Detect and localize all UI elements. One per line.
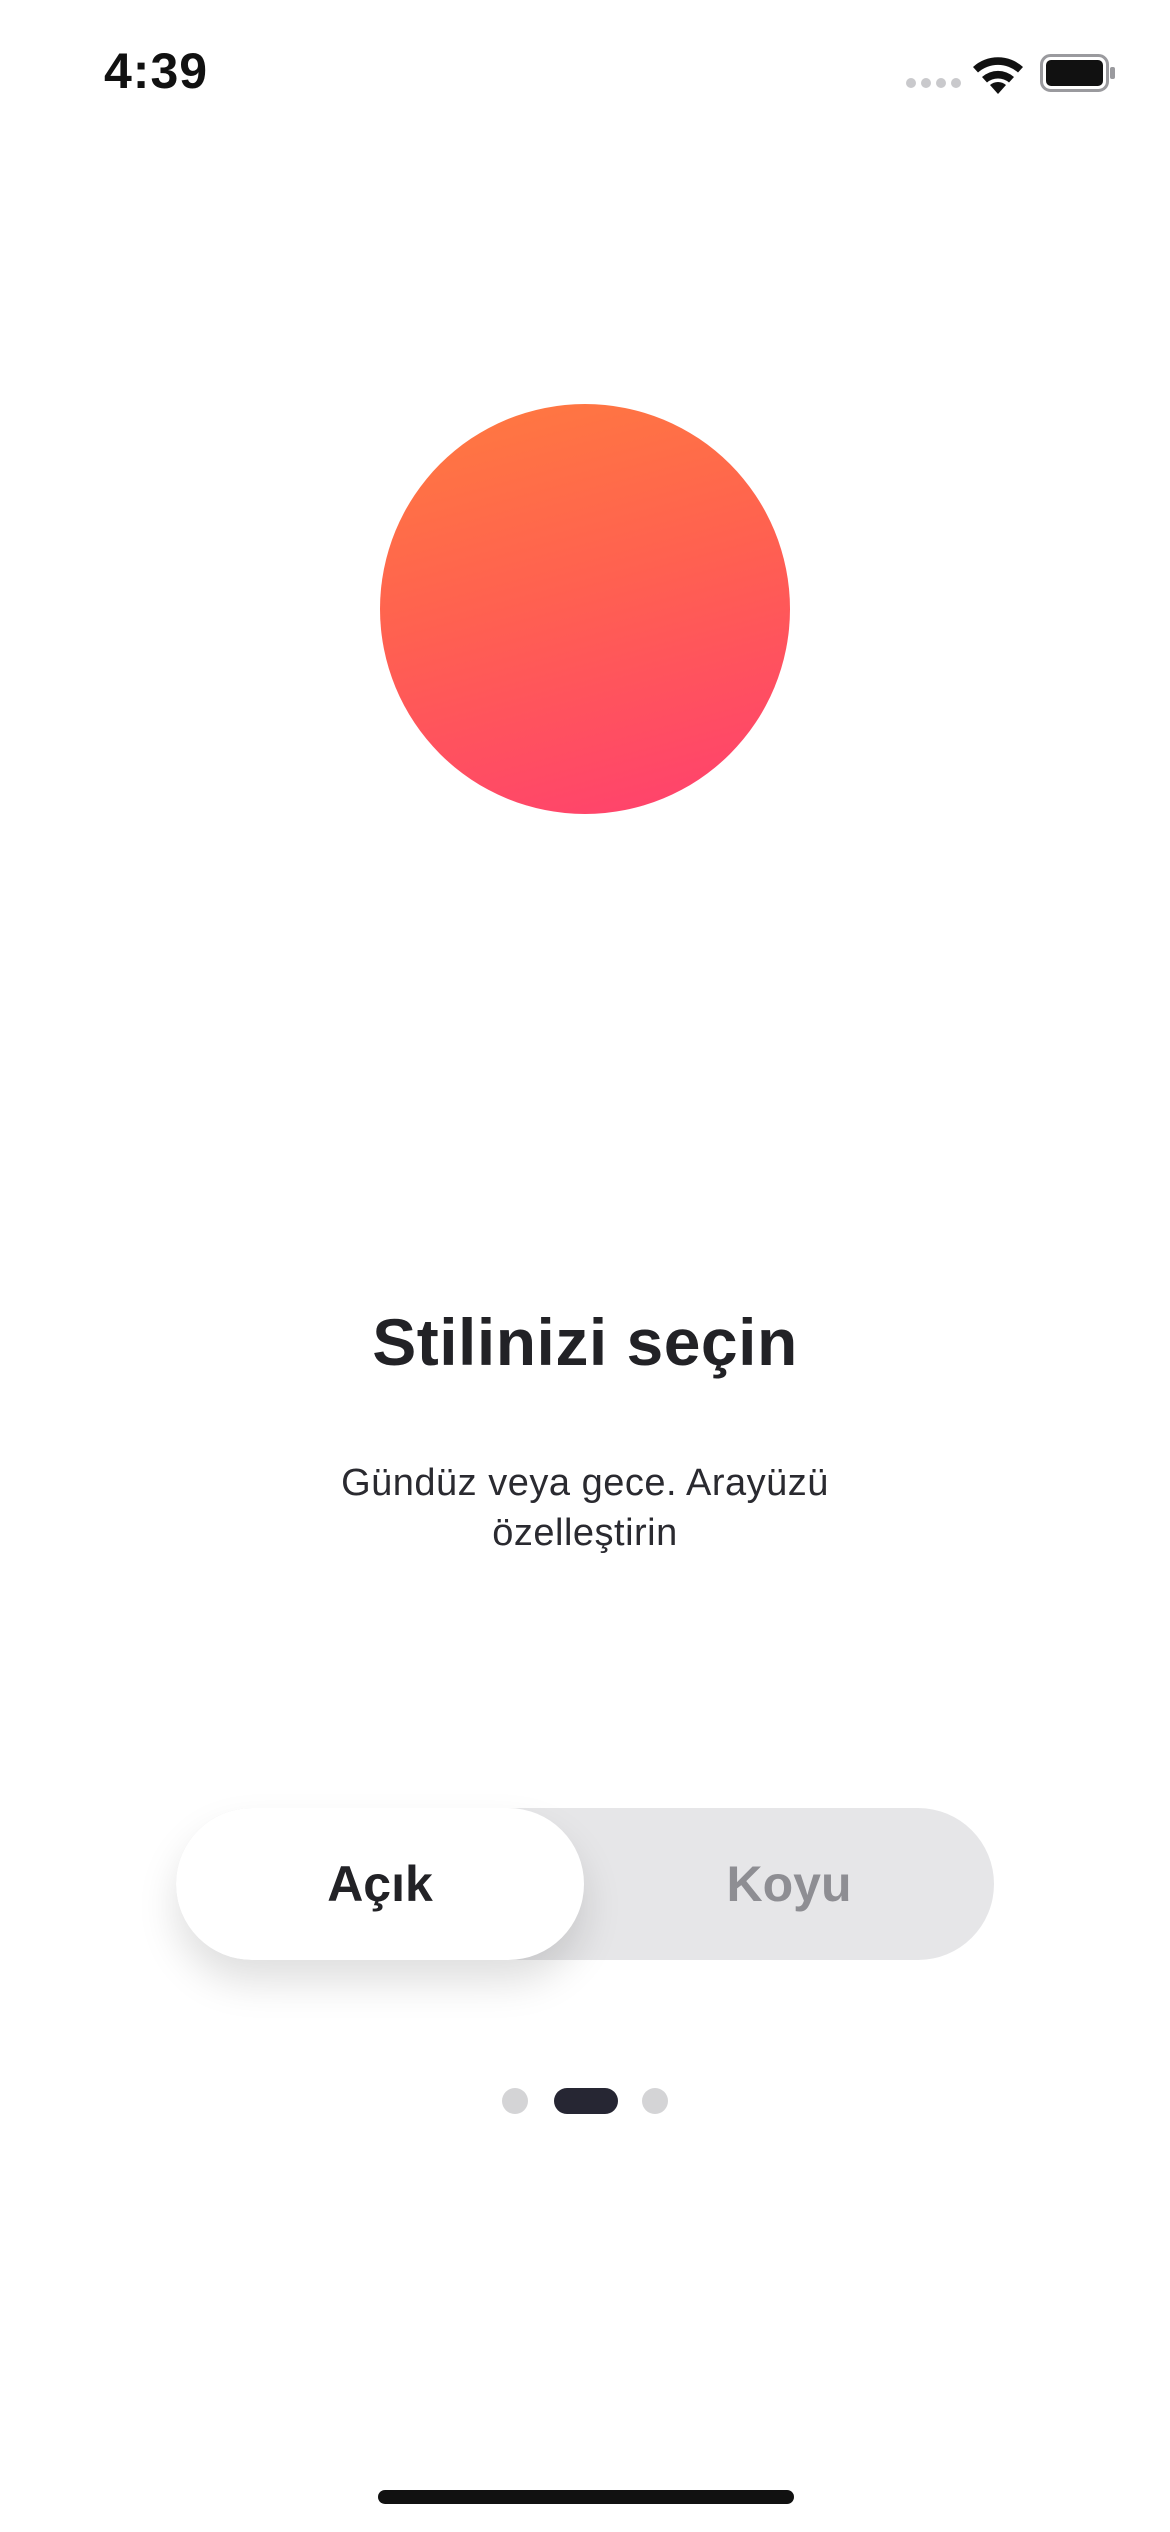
subtitle-line-2: özelleştirin <box>492 1512 678 1554</box>
page-dot-2-active[interactable] <box>554 2088 618 2114</box>
home-indicator[interactable] <box>378 2490 794 2504</box>
signal-dots-icon <box>906 78 962 90</box>
page-subtitle: Gündüz veya gece. Arayüzü özelleştirin <box>285 1458 885 1558</box>
page-dot-1[interactable] <box>502 2088 528 2114</box>
theme-option-light-label: Açık <box>327 1856 433 1912</box>
wifi-icon <box>973 57 1023 94</box>
theme-option-light[interactable]: Açık <box>176 1808 584 1960</box>
gradient-circle-illustration <box>380 404 790 814</box>
page-indicator <box>502 2086 672 2114</box>
page-dot-3[interactable] <box>642 2088 668 2114</box>
theme-toggle[interactable]: Açık Koyu <box>176 1808 994 1960</box>
theme-option-dark-label: Koyu <box>726 1856 852 1912</box>
page-title: Stilinizi seçin <box>372 1305 798 1379</box>
onboarding-screen: 4:39 Stilinizi seçin Gündüz veya gece. A… <box>0 0 1170 2532</box>
theme-option-dark[interactable]: Koyu <box>584 1808 994 1960</box>
subtitle-line-1: Gündüz veya gece. Arayüzü <box>341 1462 829 1504</box>
battery-full-icon <box>1040 54 1115 92</box>
status-time: 4:39 <box>104 43 209 99</box>
